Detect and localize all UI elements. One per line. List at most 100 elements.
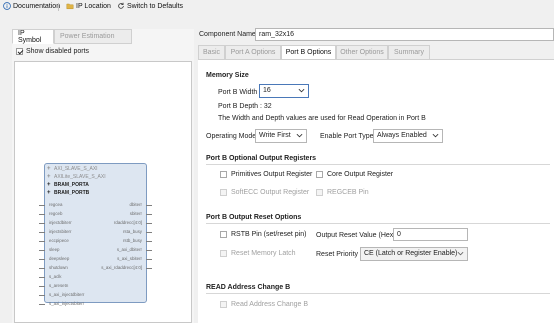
optional-output-registers-title: Port B Optional Output Registers — [206, 155, 317, 162]
tab-power-estimation-label: Power Estimation — [60, 33, 115, 40]
port-b-width-select[interactable]: 16 — [259, 84, 309, 98]
folder-icon — [66, 3, 74, 10]
tab-power-estimation[interactable]: Power Estimation — [54, 29, 132, 44]
port-eccpipece: eccpipece — [49, 238, 69, 243]
port-b-depth-label: Port B Depth : 32 — [218, 103, 272, 110]
chevron-down-icon — [457, 251, 464, 256]
checkbox-checked[interactable] — [16, 48, 23, 55]
port-b-width-label: Port B Width — [218, 89, 258, 96]
bus-port-axi-slave: AXI_SLAVE_S_AXI — [54, 166, 98, 172]
memory-size-title: Memory Size — [206, 72, 249, 79]
tab-other-options[interactable]: Other Options — [336, 45, 388, 60]
checkbox[interactable] — [220, 171, 227, 178]
port-sleep: sleep — [49, 247, 60, 252]
chevron-down-icon — [432, 133, 439, 138]
port-rdaddrecc: rdaddrecc[4:0] — [113, 220, 142, 225]
show-disabled-ports-label: Show disabled ports — [26, 48, 90, 55]
port-regcea: regcea — [49, 202, 63, 207]
component-name-label: Component Name — [199, 31, 256, 38]
port-injectsbiterr: injectsbiterr — [49, 229, 72, 234]
checkbox-disabled — [220, 189, 227, 196]
documentation-label: Documentation — [13, 2, 61, 10]
reset-priority-select[interactable]: CE (Latch or Register Enable) — [360, 247, 468, 261]
port-s-axi-injectsbiterr: s_axi_injectsbiterr — [49, 301, 85, 306]
bus-port-bram-portb: BRAM_PORTB — [54, 190, 90, 196]
enable-port-type-value: Always Enabled — [377, 132, 427, 139]
reset-memory-latch-checkbox: Reset Memory Latch — [220, 250, 296, 257]
toolbar-separator — [58, 3, 59, 11]
width-depth-note: The Width and Depth values are used for … — [218, 115, 426, 122]
expand-icon[interactable]: + — [47, 174, 51, 180]
checkbox-disabled — [316, 189, 323, 196]
primitives-output-register-label: Primitives Output Register — [231, 171, 313, 178]
tab-ip-symbol-label: IP Symbol — [18, 29, 42, 44]
reset-memory-latch-label: Reset Memory Latch — [231, 250, 296, 257]
core-output-register-checkbox[interactable]: Core Output Register — [316, 171, 393, 178]
tab-basic[interactable]: Basic — [198, 45, 225, 60]
reset-priority-label: Reset Priority — [316, 251, 359, 258]
output-reset-value-label: Output Reset Value (Hex) — [316, 232, 396, 239]
port-s-axi-rdaddrecc: s_axi_rdaddrecc[4:0] — [101, 265, 142, 270]
documentation-button[interactable]: Documentation — [3, 2, 60, 10]
port-s-axi-sbiterr: s_axi_sbiterr — [117, 256, 142, 261]
checkbox-disabled — [220, 250, 227, 257]
checkbox[interactable] — [220, 231, 227, 238]
info-icon — [3, 2, 11, 10]
tab-port-b-options[interactable]: Port B Options — [281, 45, 336, 60]
bus-port-bram-porta: BRAM_PORTA — [54, 182, 89, 188]
left-panel: IP Symbol Power Estimation Show disabled… — [12, 29, 194, 323]
port-s-axi-injectdbiterr: s_axi_injectdbiterr — [49, 292, 85, 297]
tab-summary-label: Summary — [394, 49, 424, 56]
tab-summary[interactable]: Summary — [388, 45, 430, 60]
port-sbiterr: sbiterr — [129, 211, 142, 216]
checkbox[interactable] — [316, 171, 323, 178]
ip-location-label: IP Location — [76, 2, 111, 10]
enable-port-type-select[interactable]: Always Enabled — [373, 129, 443, 143]
softecc-output-register-label: SoftECC Output Register — [231, 189, 310, 196]
show-disabled-ports-checkbox[interactable]: Show disabled ports — [16, 48, 89, 55]
port-rstb-busy: rstb_busy — [122, 238, 142, 243]
tab-other-options-label: Other Options — [340, 49, 384, 56]
port-rsta-busy: rsta_busy — [122, 229, 142, 234]
port-dbiterr: dbiterr — [129, 202, 142, 207]
component-name-input[interactable]: ram_32x16 — [255, 28, 554, 41]
ip-location-button[interactable]: IP Location — [66, 2, 111, 10]
rstb-pin-checkbox[interactable]: RSTB Pin (set/reset pin) — [220, 231, 306, 238]
ip-block: + AXI_SLAVE_S_AXI + AXILite_SLAVE_S_AXI … — [39, 163, 152, 306]
read-address-change-checkbox: Read Address Change B — [220, 301, 308, 308]
operating-mode-select[interactable]: Write First — [255, 129, 307, 143]
rstb-pin-label: RSTB Pin (set/reset pin) — [231, 231, 307, 238]
enable-port-type-label: Enable Port Type — [320, 133, 374, 140]
output-reset-value-input[interactable]: 0 — [393, 228, 468, 241]
checkbox-disabled — [220, 301, 227, 308]
tab-port-a-options-label: Port A Options — [230, 49, 276, 56]
bus-port-axilite-slave: AXILite_SLAVE_S_AXI — [54, 174, 106, 180]
operating-mode-value: Write First — [259, 132, 291, 139]
expand-icon[interactable]: + — [47, 182, 51, 188]
tab-basic-label: Basic — [202, 49, 221, 56]
port-b-options-panel: Memory Size Port B Width 16 Port B Depth… — [198, 59, 554, 323]
switch-defaults-label: Switch to Defaults — [127, 2, 184, 10]
regceb-pin-label: REGCEB Pin — [327, 189, 369, 196]
port-s-aresetn: s_aresetn — [49, 283, 69, 288]
port-injectdbiterr: injectdbiterr — [49, 220, 72, 225]
refresh-icon — [118, 2, 124, 9]
softecc-output-register-checkbox: SoftECC Output Register — [220, 189, 309, 196]
switch-defaults-button[interactable]: Switch to Defaults — [117, 2, 183, 10]
chevron-down-icon — [296, 133, 303, 138]
tab-port-a-options[interactable]: Port A Options — [225, 45, 281, 60]
port-s-axi-dbiterr: s_axi_dbiterr — [116, 247, 142, 252]
core-output-register-label: Core Output Register — [327, 171, 394, 178]
tab-port-b-options-label: Port B Options — [285, 49, 332, 56]
primitives-output-register-checkbox[interactable]: Primitives Output Register — [220, 171, 312, 178]
reset-priority-value: CE (Latch or Register Enable) — [364, 250, 458, 257]
chevron-down-icon — [298, 88, 305, 93]
regceb-pin-checkbox: REGCEB Pin — [316, 189, 369, 196]
read-address-change-label: Read Address Change B — [231, 301, 309, 308]
port-shutdown: shutdown — [49, 265, 68, 270]
expand-icon[interactable]: + — [47, 166, 51, 172]
read-address-change-title: READ Address Change B — [206, 284, 291, 291]
expand-icon[interactable]: + — [47, 190, 51, 196]
tab-ip-symbol[interactable]: IP Symbol — [12, 29, 54, 44]
toolbar: Documentation IP Location Switch to Defa… — [0, 0, 554, 14]
